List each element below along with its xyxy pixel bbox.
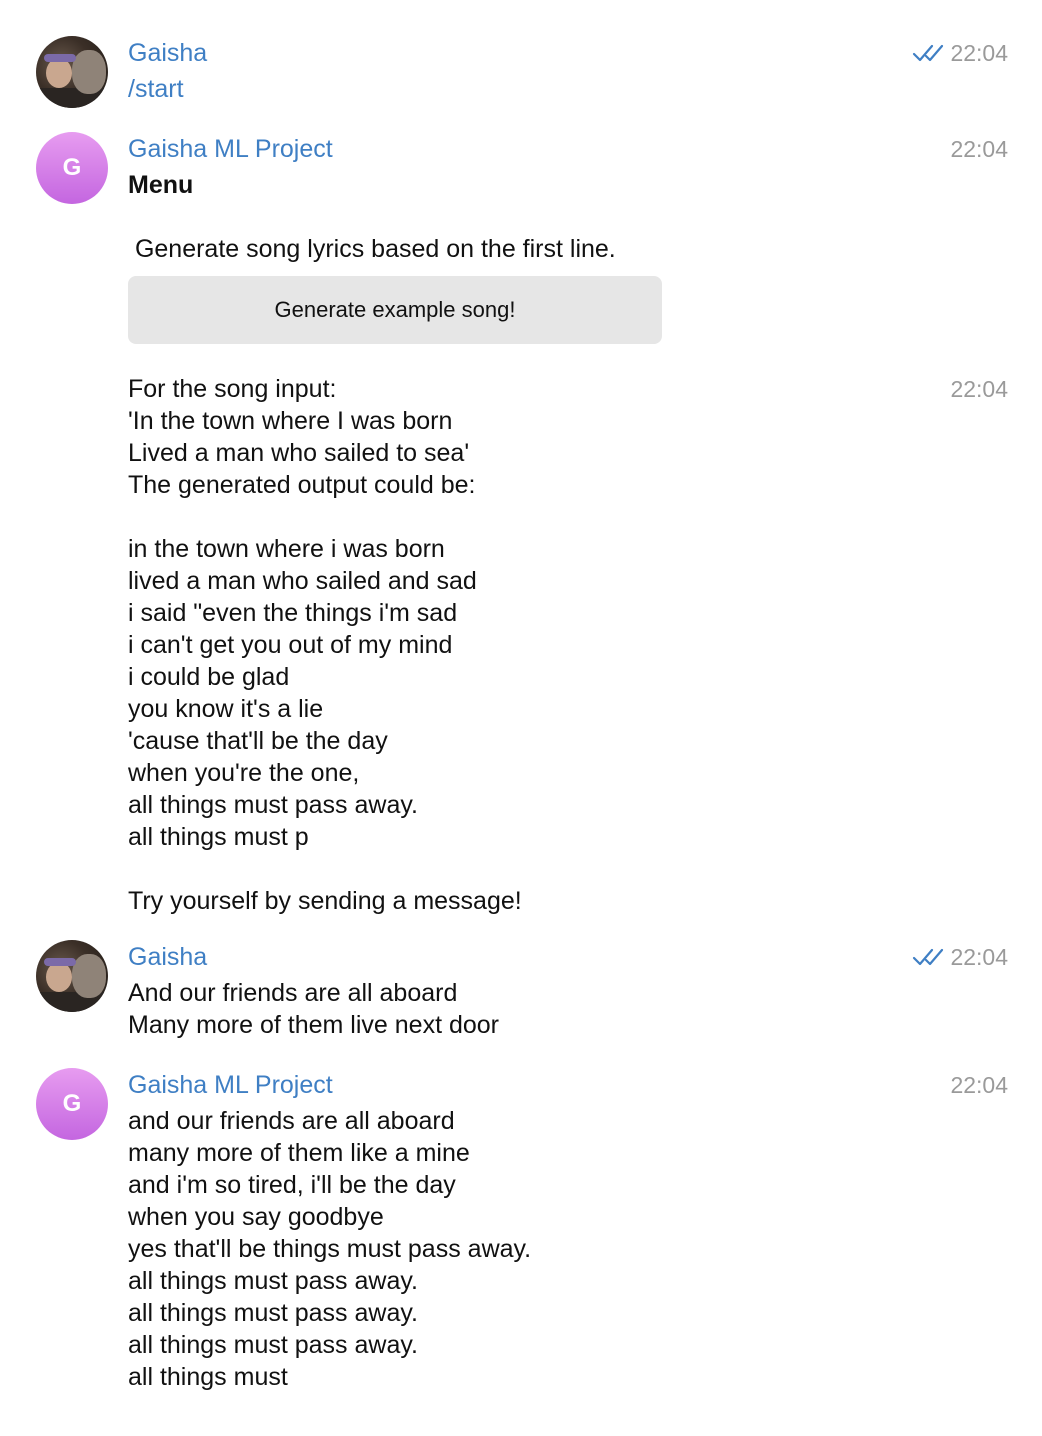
time-label: 22:04 <box>950 40 1008 66</box>
sender-name[interactable]: Gaisha <box>128 37 207 69</box>
message-time: 22:04 <box>950 133 1008 165</box>
avatar-photo-face <box>46 58 72 88</box>
message-time: 22:04 <box>912 37 1008 69</box>
menu-description: Generate song lyrics based on the first … <box>128 235 616 263</box>
command-link[interactable]: /start <box>128 73 184 105</box>
user-avatar[interactable] <box>36 940 108 1012</box>
user-avatar[interactable] <box>36 36 108 108</box>
time-label: 22:04 <box>950 944 1008 970</box>
sender-name[interactable]: Gaisha ML Project <box>128 133 333 165</box>
double-check-icon <box>913 948 944 966</box>
avatar-photo-face <box>46 962 72 992</box>
sender-name[interactable]: Gaisha ML Project <box>128 1069 333 1101</box>
bot-avatar[interactable]: G <box>36 1068 108 1140</box>
generate-example-song-button[interactable]: Generate example song! <box>128 276 662 344</box>
avatar-photo-headband <box>44 54 76 62</box>
bot-avatar[interactable]: G <box>36 132 108 204</box>
sender-name[interactable]: Gaisha <box>128 941 207 973</box>
time-label: 22:04 <box>950 376 1008 402</box>
avatar-photo-dog <box>72 50 106 94</box>
time-label: 22:04 <box>950 1072 1008 1098</box>
menu-title: Menu <box>128 171 194 199</box>
avatar-photo-headband <box>44 958 76 966</box>
time-label: 22:04 <box>950 136 1008 162</box>
bot-avatar-letter: G <box>62 154 82 181</box>
user-message-text: And our friends are all aboard Many more… <box>128 979 499 1039</box>
message-time: 22:04 <box>912 941 1008 973</box>
avatar-photo-dog <box>72 954 106 998</box>
generated-lyrics-text: and our friends are all aboard many more… <box>128 1107 532 1391</box>
double-check-icon <box>913 44 944 62</box>
message-time: 22:04 <box>950 373 1008 405</box>
bot-avatar-letter: G <box>62 1090 82 1117</box>
message-time: 22:04 <box>950 1069 1008 1101</box>
example-song-text: For the song input: 'In the town where I… <box>128 375 522 915</box>
